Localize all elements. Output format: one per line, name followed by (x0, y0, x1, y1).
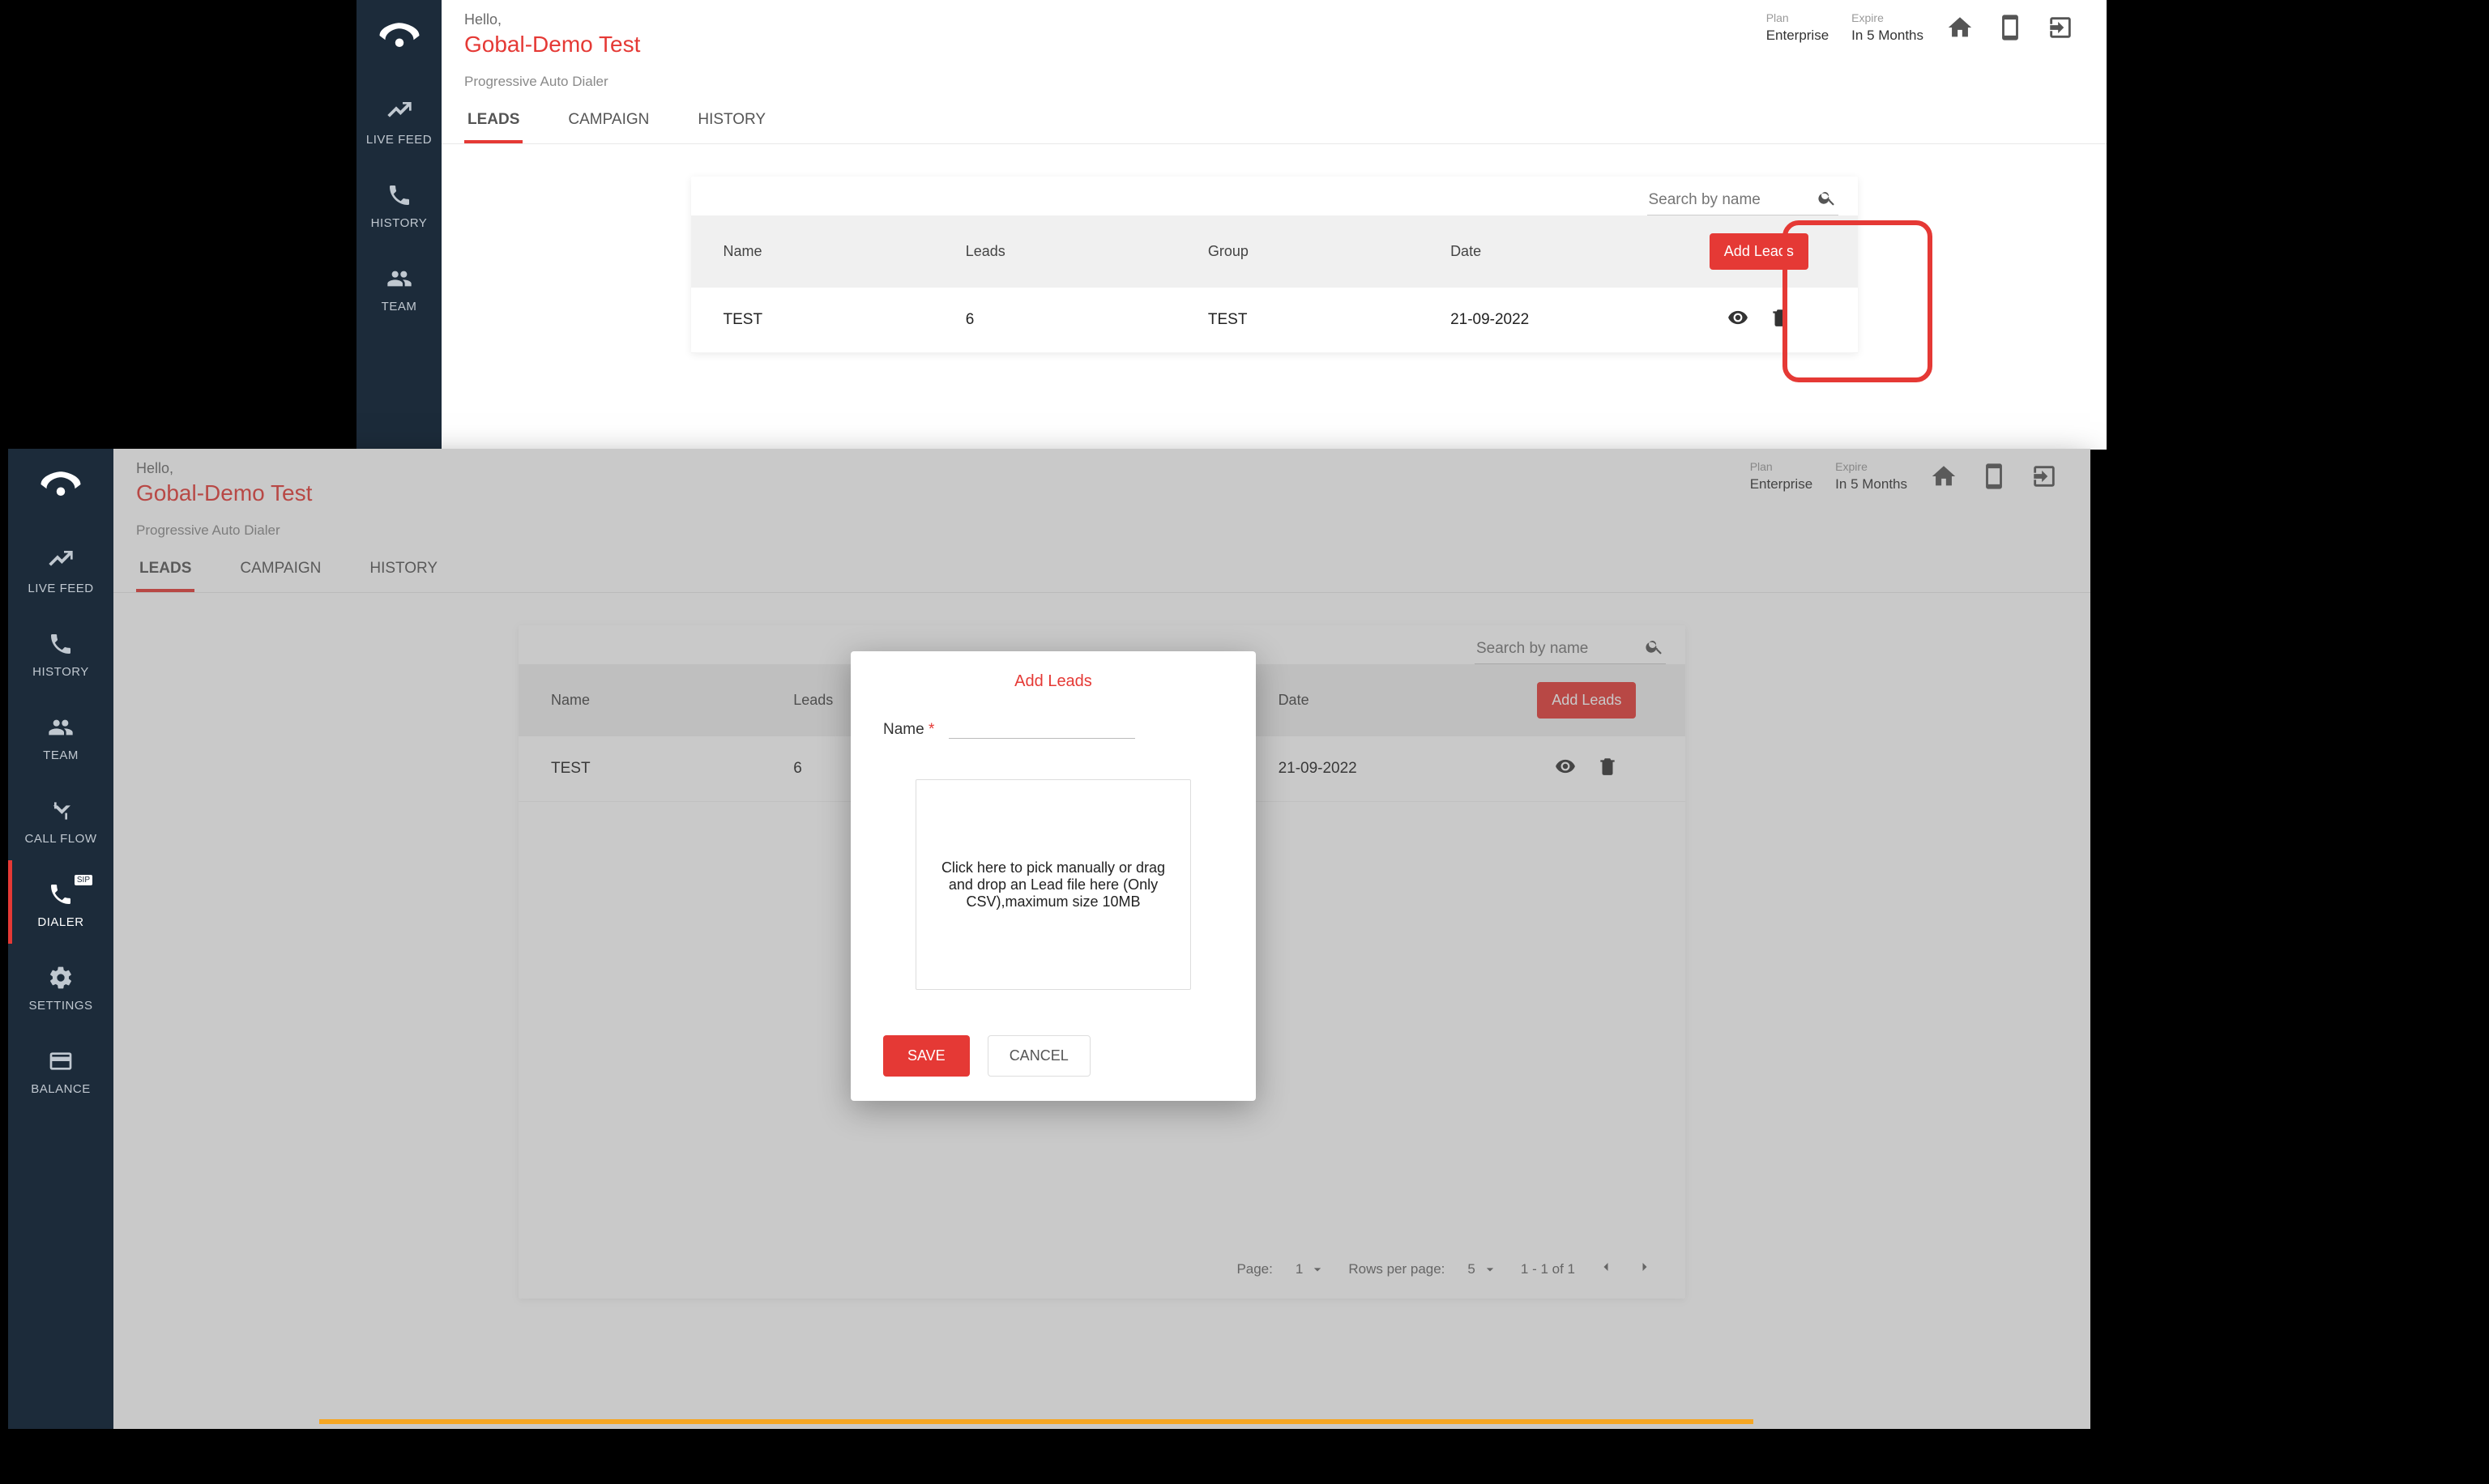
nav-settings[interactable]: SETTINGS (8, 944, 113, 1027)
nav-label: SETTINGS (28, 999, 92, 1013)
add-leads-button[interactable]: Add Leads (1710, 233, 1808, 270)
main: Hello, Gobal-Demo Test PlanEnterprise Ex… (113, 449, 2090, 1429)
phone-icon[interactable] (1996, 14, 2024, 41)
nav-live-feed[interactable]: LIVE FEED (8, 527, 113, 610)
sip-badge: SIP (75, 875, 92, 885)
file-dropzone[interactable]: Click here to pick manually or drag and … (916, 779, 1191, 990)
nav-live-feed[interactable]: LIVE FEED (356, 78, 442, 161)
nav-label: HISTORY (371, 216, 428, 230)
search-input[interactable] (1649, 191, 1811, 209)
tabs: LEADS CAMPAIGN HISTORY (442, 90, 2107, 144)
search-box[interactable] (1647, 185, 1838, 215)
user-name: Gobal-Demo Test (464, 32, 640, 58)
th-leads: Leads (966, 243, 1208, 260)
plan-label: Plan (1766, 11, 1829, 24)
th-name: Name (724, 243, 966, 260)
view-icon[interactable] (1727, 307, 1748, 333)
cancel-button[interactable]: CANCEL (988, 1035, 1091, 1077)
plan-expire: Plan Enterprise Expire In 5 Months (1766, 11, 1923, 44)
nav-history[interactable]: HISTORY (356, 161, 442, 245)
search-icon[interactable] (1817, 188, 1837, 211)
nav-history[interactable]: HISTORY (8, 610, 113, 693)
cell-group: TEST (1208, 311, 1450, 329)
nav-call-flow[interactable]: CALL FLOW (8, 777, 113, 860)
nav-label: HISTORY (32, 665, 89, 679)
nav-label: CALL FLOW (25, 832, 97, 846)
delete-icon[interactable] (1770, 307, 1791, 333)
tab-leads[interactable]: LEADS (464, 100, 523, 143)
plan-value: Enterprise (1766, 28, 1829, 44)
breadcrumb: Progressive Auto Dialer (442, 58, 2107, 90)
name-label: Name * (883, 721, 934, 739)
decorative-strip (319, 1419, 1753, 1424)
tab-campaign[interactable]: CAMPAIGN (565, 100, 652, 143)
hello-text: Hello, (464, 11, 640, 28)
add-leads-modal: Add Leads Name * Click here to pick manu… (851, 651, 1256, 1101)
modal-title: Add Leads (883, 672, 1223, 691)
app-logo (356, 0, 442, 78)
sidebar: LIVE FEED HISTORY TEAM (356, 0, 442, 450)
nav-label: TEAM (382, 300, 417, 313)
nav-label: LIVE FEED (28, 582, 93, 595)
nav-team[interactable]: TEAM (356, 245, 442, 328)
expire-value: In 5 Months (1851, 28, 1923, 44)
sidebar: LIVE FEED HISTORY TEAM CALL FLOW SIP DIA… (8, 449, 113, 1429)
leads-panel: Name Leads Group Date Add Leads TEST 6 T… (691, 177, 1858, 353)
nav-balance[interactable]: BALANCE (8, 1027, 113, 1111)
nav-label: BALANCE (31, 1082, 91, 1096)
name-input[interactable] (949, 714, 1135, 739)
logout-icon[interactable] (2047, 14, 2074, 41)
nav-label: DIALER (37, 915, 83, 929)
topbar: Hello, Gobal-Demo Test Plan Enterprise Ex… (442, 0, 2107, 58)
nav-team[interactable]: TEAM (8, 693, 113, 777)
tab-history[interactable]: HISTORY (694, 100, 769, 143)
home-icon[interactable] (1946, 14, 1974, 41)
save-button[interactable]: SAVE (883, 1035, 970, 1077)
app-logo (8, 449, 113, 527)
cell-leads: 6 (966, 311, 1208, 329)
decorative-shadow (2098, 956, 2463, 1442)
nav-dialer[interactable]: SIP DIALER (8, 860, 113, 944)
cell-name: TEST (724, 311, 966, 329)
th-group: Group (1208, 243, 1450, 260)
nav-label: TEAM (43, 748, 79, 762)
th-date: Date (1450, 243, 1693, 260)
dropzone-text: Click here to pick manually or drag and … (933, 859, 1174, 910)
expire-label: Expire (1851, 11, 1923, 24)
greeting: Hello, Gobal-Demo Test (464, 11, 640, 58)
cell-date: 21-09-2022 (1450, 311, 1693, 329)
table-row: TEST 6 TEST 21-09-2022 (691, 288, 1858, 353)
nav-label: LIVE FEED (366, 133, 432, 147)
table-header: Name Leads Group Date Add Leads (691, 215, 1858, 288)
main: Hello, Gobal-Demo Test Plan Enterprise Ex… (442, 0, 2107, 450)
